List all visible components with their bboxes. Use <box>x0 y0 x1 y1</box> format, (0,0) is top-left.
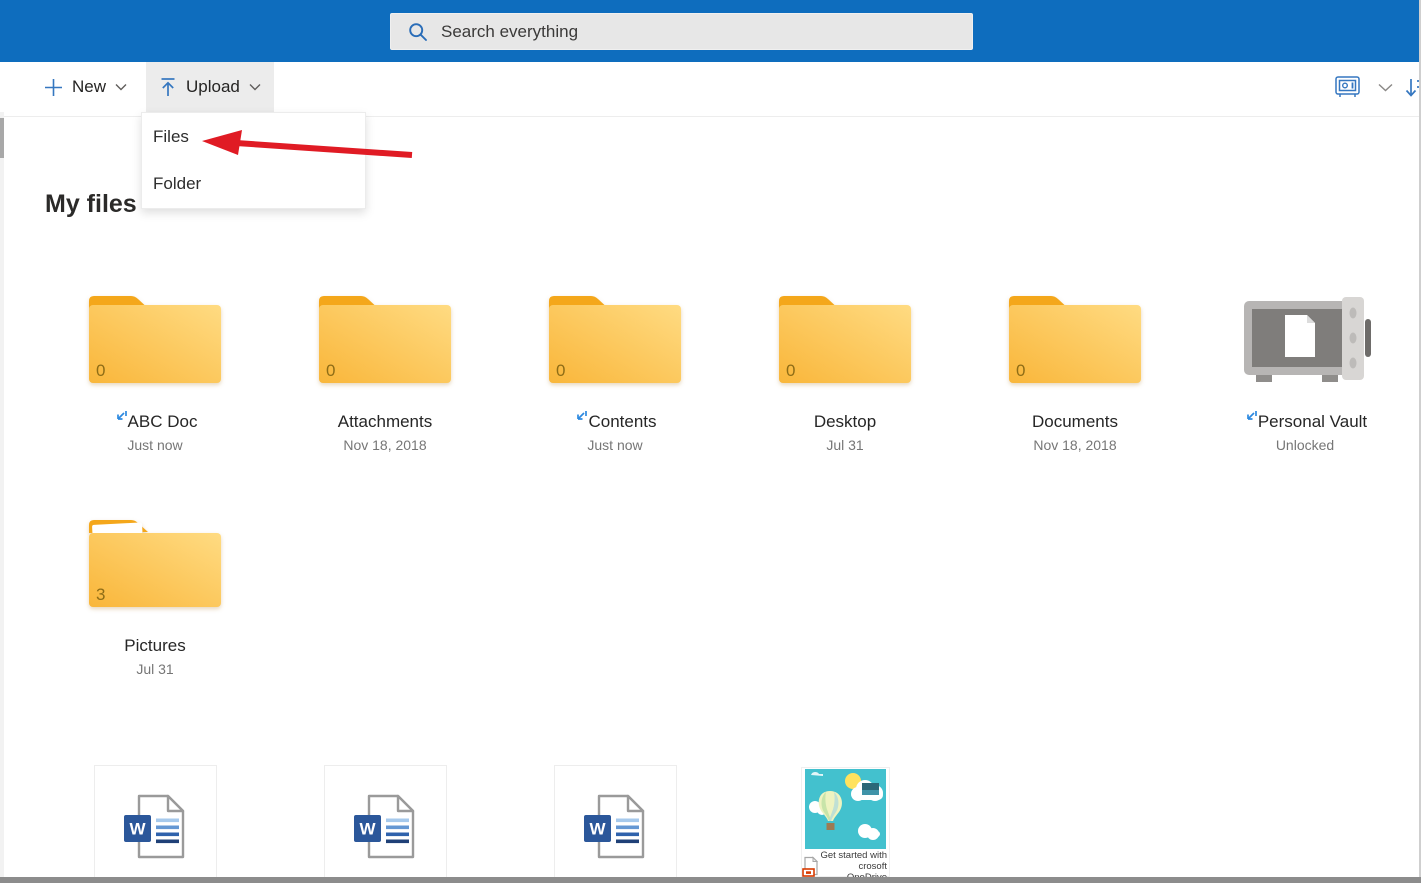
folder-tile-contents[interactable]: 0 Contents Just now <box>520 281 710 453</box>
upload-icon <box>159 77 177 97</box>
folder-icon: 0 <box>1006 293 1144 385</box>
folder-with-content-icon: 3 <box>86 517 224 609</box>
intro-thumbnail <box>805 769 886 849</box>
folder-icon: 0 <box>316 293 454 385</box>
sync-status-icon <box>1243 410 1258 424</box>
folder-name: Contents <box>588 412 656 432</box>
word-file-card[interactable]: W <box>94 765 217 878</box>
svg-text:W: W <box>129 820 146 839</box>
word-document-icon: W <box>353 793 419 861</box>
command-bar: New Upload <box>0 62 1421 117</box>
left-scrollbar-thumb[interactable] <box>0 118 4 158</box>
svg-text:W: W <box>359 820 376 839</box>
folder-tile-documents[interactable]: 0 Documents Nov 18, 2018 <box>980 281 1170 453</box>
onedrive-intro-card[interactable]: Get started with crosoft OneDrive <box>801 767 890 877</box>
svg-text:W: W <box>589 820 606 839</box>
folder-count: 3 <box>96 585 105 604</box>
chevron-down-icon <box>249 83 261 91</box>
folder-date: Nov 18, 2018 <box>980 437 1170 453</box>
left-scrollbar-track[interactable] <box>0 112 4 877</box>
folder-name: Desktop <box>814 412 876 432</box>
menu-item-files[interactable]: Files <box>142 113 365 161</box>
word-document-icon: W <box>583 793 649 861</box>
folder-name: Attachments <box>338 412 433 432</box>
word-file-card[interactable]: W <box>554 765 677 878</box>
folder-date: Jul 31 <box>60 661 250 677</box>
upload-menu: Files Folder <box>141 112 366 209</box>
folder-tile-attachments[interactable]: 0 Attachments Nov 18, 2018 <box>290 281 480 453</box>
folder-count: 0 <box>556 361 565 380</box>
folder-date: Jul 31 <box>750 437 940 453</box>
menu-item-folder[interactable]: Folder <box>142 161 365 209</box>
top-app-bar <box>0 0 1421 62</box>
folder-name: Pictures <box>124 636 185 656</box>
page-title: My files <box>45 190 137 219</box>
folder-count: 0 <box>326 361 335 380</box>
folder-name: ABC Doc <box>128 412 198 432</box>
chevron-down-icon <box>115 83 127 91</box>
intro-caption-line1: Get started with <box>820 850 887 861</box>
window-bottom-edge <box>0 877 1421 883</box>
word-file-card[interactable]: W <box>324 765 447 878</box>
search-input[interactable] <box>441 22 972 42</box>
search-icon <box>408 22 428 42</box>
vault-view-icon[interactable] <box>1335 75 1362 99</box>
toolbar-right-group <box>1335 62 1393 112</box>
folder-tile-pictures[interactable]: 3 Pictures Jul 31 <box>60 505 250 677</box>
folder-icon: 0 <box>546 293 684 385</box>
folder-tile-desktop[interactable]: 0 Desktop Jul 31 <box>750 281 940 453</box>
plus-icon <box>44 78 63 97</box>
folder-count: 0 <box>786 361 795 380</box>
folder-count: 0 <box>96 361 105 380</box>
folder-date: Just now <box>60 437 250 453</box>
folder-date: Nov 18, 2018 <box>290 437 480 453</box>
folder-tile-abc-doc[interactable]: 0 ABC Doc Just now <box>60 281 250 453</box>
folder-date: Just now <box>520 437 710 453</box>
vault-status: Unlocked <box>1210 437 1400 453</box>
pdf-file-icon <box>802 856 819 878</box>
folder-name: Personal Vault <box>1258 412 1367 432</box>
new-button-label: New <box>72 77 106 97</box>
folder-tile-personal-vault[interactable]: Personal Vault Unlocked <box>1210 281 1400 453</box>
folder-name: Documents <box>1032 412 1118 432</box>
folder-count: 0 <box>1016 361 1025 380</box>
upload-button[interactable]: Upload <box>146 62 274 112</box>
personal-vault-icon <box>1238 293 1373 385</box>
new-button[interactable]: New <box>31 62 140 112</box>
search-box[interactable] <box>390 13 973 50</box>
sync-status-icon <box>113 410 128 424</box>
onedrive-window: New Upload <box>0 0 1421 883</box>
upload-button-label: Upload <box>186 77 240 97</box>
word-document-icon: W <box>123 793 189 861</box>
sync-status-icon <box>573 410 588 424</box>
folder-icon: 0 <box>776 293 914 385</box>
folder-icon: 0 <box>86 293 224 385</box>
view-options-chevron-icon[interactable] <box>1378 83 1393 92</box>
